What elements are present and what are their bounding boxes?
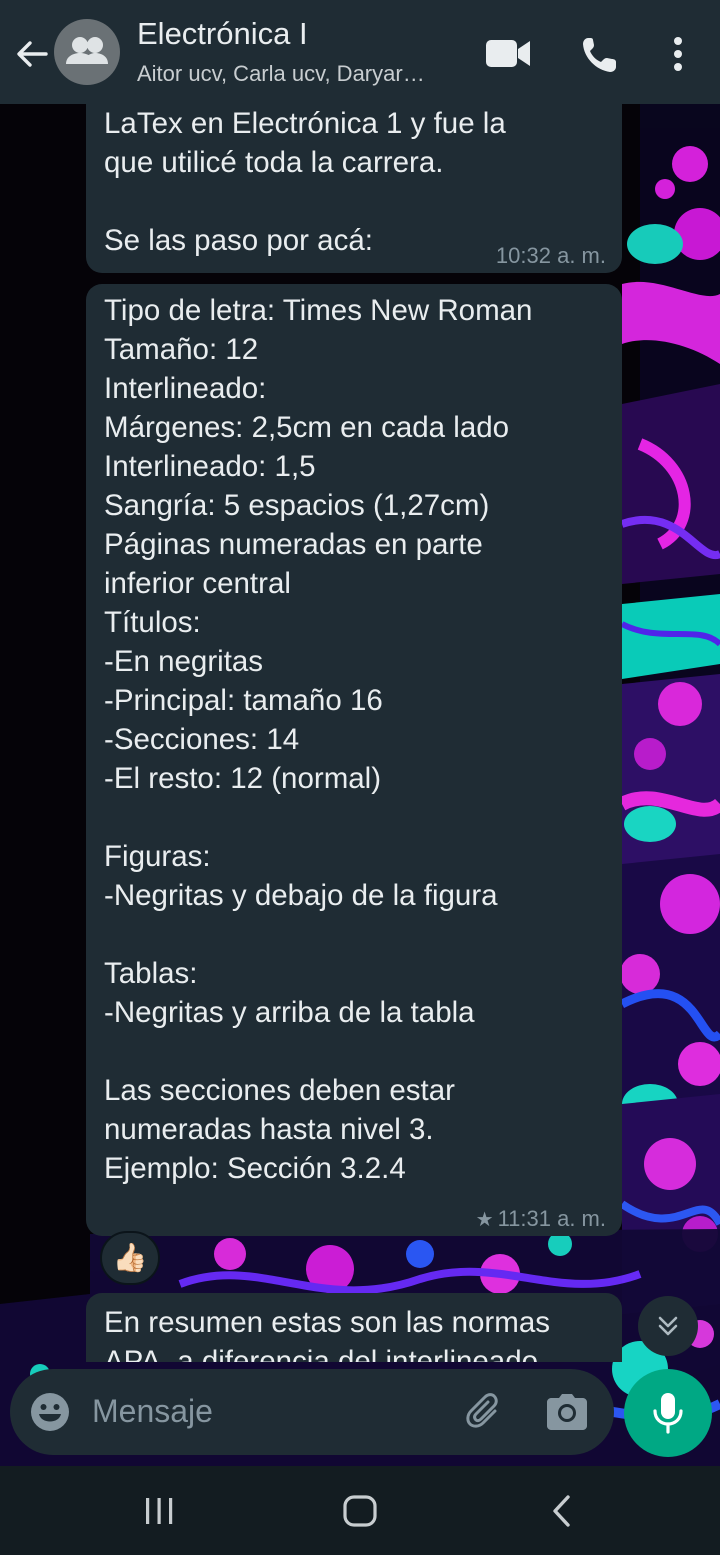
phone-call-icon[interactable] — [580, 32, 626, 76]
message-text-line: -Secciones: 14 — [104, 723, 300, 756]
message-text-line: Títulos: — [104, 606, 201, 639]
message-text-line: En resumen estas son las normas — [104, 1306, 550, 1339]
message-list[interactable]: LaTex en Electrónica 1 y fue la que util… — [0, 104, 720, 1362]
video-call-icon[interactable] — [485, 32, 531, 76]
message-text-line: Interlineado: 1,5 — [104, 450, 316, 483]
more-options-icon[interactable] — [660, 32, 696, 76]
message-text-line: Ejemplo: Sección 3.2.4 — [104, 1152, 406, 1185]
chat-title[interactable]: Electrónica I — [137, 16, 308, 52]
starred-icon: ★ — [475, 1209, 494, 1231]
message-text-line — [104, 182, 602, 221]
message-text-line — [104, 915, 602, 954]
message-text-line: Páginas numeradas en parte — [104, 528, 483, 561]
message-text-line: Sangría: 5 espacios (1,27cm) — [104, 489, 490, 522]
message-text-line: que utilicé toda la carrera. — [104, 146, 444, 179]
message-input[interactable]: Mensaje — [92, 1393, 213, 1430]
double-chevron-down-icon — [658, 1316, 678, 1336]
message-text-line: Márgenes: 2,5cm en cada lado — [104, 411, 510, 444]
message-text-line: -En negritas — [104, 645, 264, 678]
message-text-line: Tipo de letra: Times New Roman — [104, 294, 533, 327]
scroll-to-bottom-button[interactable] — [638, 1296, 698, 1356]
recent-apps-icon[interactable] — [136, 1488, 182, 1534]
message-bubble[interactable]: Tipo de letra: Times New Roman Tamaño: 1… — [86, 284, 622, 1236]
message-composer[interactable]: Mensaje — [10, 1369, 614, 1455]
thumbs-up-emoji: 👍🏻 — [112, 1242, 148, 1273]
message-timestamp: 10:32 a. m. — [495, 243, 606, 268]
back-arrow-icon[interactable] — [12, 34, 52, 74]
camera-icon[interactable] — [546, 1392, 588, 1437]
message-bubble[interactable]: En resumen estas son las normas APA, a d… — [86, 1293, 622, 1362]
system-navigation-bar — [0, 1466, 720, 1555]
mic-icon — [653, 1393, 683, 1434]
message-text-line: -El resto: 12 (normal) — [104, 762, 382, 795]
message-bubble[interactable]: LaTex en Electrónica 1 y fue la que util… — [86, 104, 622, 273]
message-text-line: -Negritas y debajo de la figura — [104, 879, 498, 912]
message-text-line: LaTex en Electrónica 1 y fue la — [104, 107, 506, 140]
whatsapp-chat-screen: Electrónica I Aitor ucv, Carla ucv, Dary… — [0, 0, 720, 1555]
message-timestamp: 11:31 a. m. — [497, 1206, 606, 1231]
thumbs-up-reaction[interactable]: 👍🏻 — [100, 1231, 160, 1285]
message-text-line — [104, 1032, 602, 1071]
message-text-line: Las secciones deben estar — [104, 1074, 455, 1107]
message-text-line: Tablas: — [104, 957, 198, 990]
message-text-line: -Principal: tamaño 16 — [104, 684, 383, 717]
message-text-line: Figuras: — [104, 840, 211, 873]
chat-header: Electrónica I Aitor ucv, Carla ucv, Dary… — [0, 0, 720, 104]
message-text-line: Interlineado: — [104, 372, 267, 405]
chat-participants[interactable]: Aitor ucv, Carla ucv, Daryar… — [137, 61, 425, 87]
message-text-line: numeradas hasta nivel 3. — [104, 1113, 434, 1146]
group-avatar-icon[interactable] — [54, 19, 120, 85]
attach-icon[interactable] — [464, 1391, 506, 1438]
message-text-line: APA, a diferencia del interlineado — [104, 1345, 539, 1362]
nav-back-icon[interactable] — [540, 1488, 586, 1534]
message-text-line: inferior central — [104, 567, 291, 600]
home-icon[interactable] — [337, 1488, 383, 1534]
voice-message-button[interactable] — [624, 1369, 712, 1457]
message-text-line: Tamaño: 12 — [104, 333, 259, 366]
emoji-icon[interactable] — [30, 1392, 70, 1437]
message-text-line — [104, 798, 602, 837]
message-meta: ★ 11:31 a. m. — [476, 1199, 606, 1240]
message-text-line: -Negritas y arriba de la tabla — [104, 996, 475, 1029]
